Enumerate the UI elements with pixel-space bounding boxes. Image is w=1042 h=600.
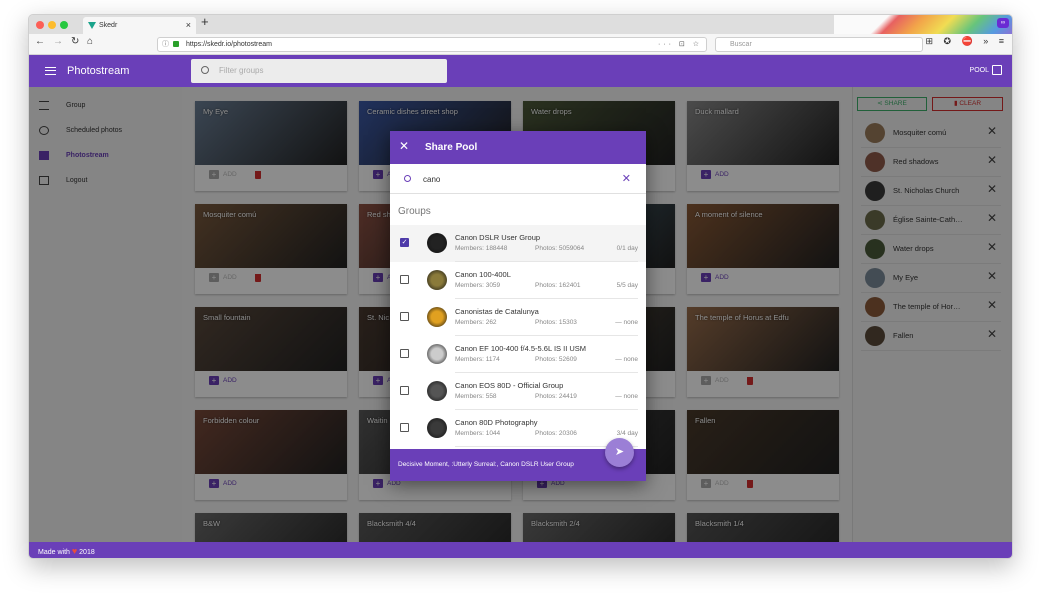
group-avatar <box>427 307 447 327</box>
footer-year: 2018 <box>79 549 95 556</box>
browser-window: Skedr × + ∞ ← → ↻ ⌂ ⓘ https://skedr.io/p… <box>28 14 1013 559</box>
nav-bar: ← → ↻ ⌂ ⓘ https://skedr.io/photostream ·… <box>29 34 1012 55</box>
group-row[interactable]: Canon EF 100-400 f/4.5-5.6L IS II USM Mem… <box>390 336 646 373</box>
search-icon <box>404 175 411 182</box>
group-photos: Photos: 5059064 <box>535 245 585 252</box>
footer: Made with ♥ 2018 <box>29 542 1012 558</box>
group-name: Canon EOS 80D - Official Group <box>455 381 564 390</box>
app: Photostream Filter groups POOL Group Sch… <box>29 55 1012 558</box>
group-throttle: — none <box>615 356 638 363</box>
group-row[interactable]: ✓ Canon DSLR User Group Members: 188448 Pho… <box>390 225 646 262</box>
lock-icon <box>173 41 179 47</box>
maximize-window-icon[interactable] <box>60 21 68 29</box>
group-checkbox[interactable] <box>400 423 409 432</box>
group-throttle: 0/1 day <box>616 245 638 252</box>
group-checkbox[interactable] <box>400 386 409 395</box>
toolbar-icons[interactable]: ⊞ ✪ ⛔ » ≡ <box>925 36 1008 47</box>
info-icon[interactable]: ⓘ <box>162 38 169 52</box>
reload-icon[interactable]: ↻ <box>71 36 79 47</box>
group-throttle: 3/4 day <box>616 430 638 437</box>
tab-bar: Skedr × + ∞ <box>29 15 1012 55</box>
minimize-window-icon[interactable] <box>48 21 56 29</box>
forward-icon[interactable]: → <box>53 36 63 47</box>
url-text: https://skedr.io/photostream <box>186 41 272 48</box>
group-avatar <box>427 418 447 438</box>
group-avatar <box>427 270 447 290</box>
clear-search-icon[interactable]: ✕ <box>622 172 631 185</box>
close-dialog-icon[interactable]: ✕ <box>399 139 409 153</box>
group-row[interactable]: Canon 100-400L Members: 3059 Photos: 16240… <box>390 262 646 299</box>
group-photos: Photos: 52609 <box>535 356 577 363</box>
footer-made-with: Made with <box>38 549 70 556</box>
dialog-header: ✕ Share Pool <box>390 131 646 164</box>
group-photos: Photos: 162401 <box>535 282 581 289</box>
url-bar[interactable]: ⓘ https://skedr.io/photostream ··· ⊡ ☆ <box>157 37 707 52</box>
group-avatar <box>427 233 447 253</box>
group-throttle: — none <box>615 319 638 326</box>
group-throttle: — none <box>615 393 638 400</box>
browser-tab[interactable]: Skedr × <box>83 17 196 34</box>
group-search-input[interactable]: cano ✕ <box>390 164 646 194</box>
tab-title: Skedr <box>99 22 118 29</box>
filter-placeholder: Filter groups <box>219 66 264 75</box>
group-photos: Photos: 15303 <box>535 319 577 326</box>
skedr-favicon-icon <box>88 22 96 29</box>
group-checkbox[interactable]: ✓ <box>400 238 409 247</box>
group-members: Members: 188448 <box>455 245 508 252</box>
heart-icon: ♥ <box>71 546 78 556</box>
tab-close-icon[interactable]: × <box>186 17 191 34</box>
group-name: Canon 100-400L <box>455 270 511 279</box>
pool-icon <box>992 65 1002 75</box>
group-checkbox[interactable] <box>400 312 409 321</box>
app-bar: Photostream Filter groups POOL <box>29 55 1012 87</box>
dialog-title: Share Pool <box>425 142 478 153</box>
group-members: Members: 3059 <box>455 282 501 289</box>
group-members: Members: 1174 <box>455 356 500 363</box>
page-title: Photostream <box>67 65 130 77</box>
group-checkbox[interactable] <box>400 275 409 284</box>
new-tab-button[interactable]: + <box>201 15 209 29</box>
group-members: Members: 558 <box>455 393 497 400</box>
search-query[interactable]: cano <box>423 175 440 184</box>
pool-button[interactable]: POOL <box>970 65 1002 75</box>
browser-search-placeholder: Buscar <box>730 41 752 48</box>
group-avatar <box>427 344 447 364</box>
send-icon: ➤ <box>614 446 625 458</box>
home-icon[interactable]: ⌂ <box>87 36 93 47</box>
group-throttle: 5/5 day <box>616 282 638 289</box>
group-name: Canon DSLR User Group <box>455 233 541 242</box>
back-icon[interactable]: ← <box>35 36 45 47</box>
group-photos: Photos: 24419 <box>535 393 577 400</box>
pool-label: POOL <box>969 66 989 74</box>
group-checkbox[interactable] <box>400 349 409 358</box>
group-name: Canon EF 100-400 f/4.5-5.6L IS II USM <box>455 344 587 353</box>
search-icon <box>201 66 209 74</box>
group-name: Canonistas de Catalunya <box>455 307 539 316</box>
group-members: Members: 262 <box>455 319 497 326</box>
group-avatar <box>427 381 447 401</box>
filter-groups-input[interactable]: Filter groups <box>191 59 447 83</box>
private-browsing-icon: ∞ <box>997 18 1009 28</box>
page-actions-icons[interactable]: ··· ⊡ ☆ <box>658 38 702 52</box>
group-name: Canon 80D Photography <box>455 418 538 427</box>
groups-section-title: Groups <box>398 206 431 217</box>
group-row[interactable]: Canon 80D Photography Members: 1044 Photos… <box>390 410 646 447</box>
group-row[interactable]: Canonistas de Catalunya Members: 262 Photo… <box>390 299 646 336</box>
close-window-icon[interactable] <box>36 21 44 29</box>
send-button[interactable]: ➤ <box>605 438 634 467</box>
group-photos: Photos: 20306 <box>535 430 577 437</box>
browser-search-input[interactable]: Buscar <box>715 37 923 52</box>
menu-icon[interactable] <box>45 67 56 75</box>
group-row[interactable]: Canon EOS 80D - Official Group Members: 5… <box>390 373 646 410</box>
group-members: Members: 1044 <box>455 430 501 437</box>
share-pool-dialog: ✕ Share Pool cano ✕ Groups ✓ Canon DSLR U… <box>390 131 646 481</box>
